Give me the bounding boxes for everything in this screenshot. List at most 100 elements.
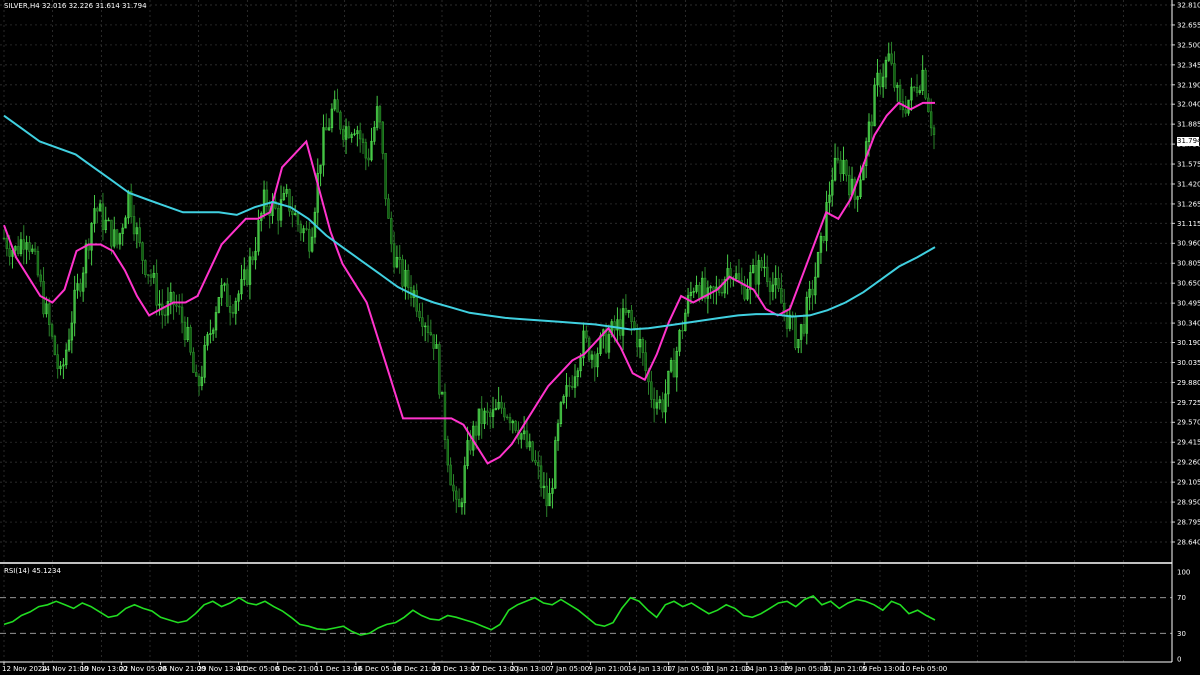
price-bar-body [296, 213, 300, 225]
price-bar-body [180, 306, 184, 323]
price-tick-label: 32.500 [1177, 41, 1200, 49]
price-bar-body [879, 72, 882, 88]
price-bar-body [633, 321, 636, 329]
price-tick-label: 31.575 [1177, 161, 1200, 169]
time-tick-label: 31 Jan 21:00 [823, 665, 867, 673]
price-bar-body [777, 278, 780, 289]
price-tick-label: 29.415 [1177, 439, 1200, 447]
price-bar-body [33, 248, 37, 252]
price-tick-label: 32.190 [1177, 81, 1200, 89]
price-tick-label: 29.260 [1177, 459, 1200, 467]
price-bar-body [96, 208, 99, 212]
price-bar-body [251, 256, 254, 261]
price-bar-body [245, 269, 249, 285]
price-bar-body [426, 325, 430, 333]
price-bar-body [115, 229, 119, 245]
price-bar-body [197, 375, 201, 386]
price-bar-body [534, 459, 537, 463]
price-bar-body [175, 304, 178, 307]
price-bar-body [418, 310, 421, 318]
price-bar-body [53, 335, 57, 355]
price-bar-body [378, 106, 382, 123]
price-bar-body [8, 248, 11, 257]
price-bar-body [782, 302, 786, 312]
price-bar-body [570, 386, 574, 388]
price-bar-body [358, 130, 362, 140]
price-bar-body [228, 306, 232, 313]
price-bar-body [531, 441, 534, 461]
price-bar-body [455, 490, 458, 500]
time-tick-label: 9 Jan 21:00 [589, 665, 629, 673]
chart-root: 32.810 32.655 32.500 32.345 32.190 32.040 31.8… [0, 0, 1200, 675]
price-bar-body [927, 97, 930, 113]
time-tick-label: 4 Dec 05:00 [237, 665, 280, 673]
price-tick-label: 29.105 [1177, 479, 1200, 487]
price-bar-body [839, 159, 842, 175]
rsi-tick-label: 30 [1177, 630, 1186, 638]
price-bar-body [754, 265, 758, 285]
price-bar-body [452, 484, 455, 492]
price-bar-body [381, 121, 384, 154]
price-bar-body [48, 303, 51, 325]
price-bar-body [339, 111, 342, 130]
price-bar-body [508, 417, 512, 424]
price-bar-body [308, 228, 311, 252]
price-bar-body [890, 53, 893, 64]
price-bar-body [503, 407, 506, 418]
time-tick-label: 6 Dec 21:00 [276, 665, 319, 673]
current-price-label: 31.794 [1177, 137, 1200, 146]
price-bar-body [545, 485, 548, 507]
price-bar-body [652, 399, 656, 409]
price-bar-body [336, 99, 339, 113]
price-bar-body [712, 286, 715, 291]
price-bar-body [364, 142, 368, 159]
price-bar-body [384, 153, 387, 200]
price-bar-body [449, 464, 452, 486]
price-tick-label: 28.640 [1177, 539, 1200, 547]
price-bar-body [457, 498, 461, 508]
price-bar-body [604, 329, 608, 353]
price-bar-body [870, 121, 874, 127]
price-bar-body [189, 326, 192, 353]
price-bar-body [401, 259, 404, 287]
price-bar-body [672, 360, 676, 378]
price-bar-body [110, 219, 113, 247]
price-bar-body [305, 228, 308, 230]
price-bar-body [390, 218, 393, 245]
price-bar-body [432, 334, 435, 349]
time-tick-label: 2 Jan 13:00 [510, 665, 550, 673]
price-tick-label: 28.795 [1177, 519, 1200, 527]
rsi-title: RSI(14) 45.1234 [4, 567, 61, 575]
price-bar-body [5, 238, 9, 249]
price-bar-body [39, 274, 42, 282]
price-bar-body [163, 314, 167, 316]
price-bar-body [489, 412, 492, 417]
price-bar-body [407, 269, 410, 288]
price-tick-label: 30.340 [1177, 320, 1200, 328]
price-bar-body [593, 354, 596, 368]
price-bar-body [585, 330, 588, 339]
price-bar-body [56, 354, 59, 369]
time-tick-label: 10 Feb 05:00 [901, 665, 947, 673]
time-tick-label: 24 Jan 13:00 [745, 665, 789, 673]
price-bar-body [291, 210, 294, 215]
price-bar-body [743, 284, 746, 300]
price-bar-body [785, 310, 789, 329]
time-tick-label: 21 Jan 21:00 [706, 665, 750, 673]
price-bar-body [231, 311, 235, 314]
symbol-header: SILVER,H4 32.016 32.226 31.614 31.794 [4, 2, 147, 10]
price-tick-label: 30.960 [1177, 240, 1200, 248]
price-bar-body [661, 399, 664, 413]
price-bar-body [794, 315, 797, 349]
price-bar-body [387, 198, 390, 219]
price-bar-body [149, 274, 153, 278]
price-bar-body [276, 207, 280, 221]
price-bar-body [347, 126, 351, 138]
price-bar-body [845, 160, 848, 176]
price-bar-body [421, 317, 424, 327]
time-tick-label: 7 Jan 05:00 [549, 665, 589, 673]
price-bar-body [130, 190, 133, 217]
price-bar-body [28, 242, 31, 252]
price-bar-body [539, 465, 543, 489]
price-bar-body [780, 288, 783, 304]
